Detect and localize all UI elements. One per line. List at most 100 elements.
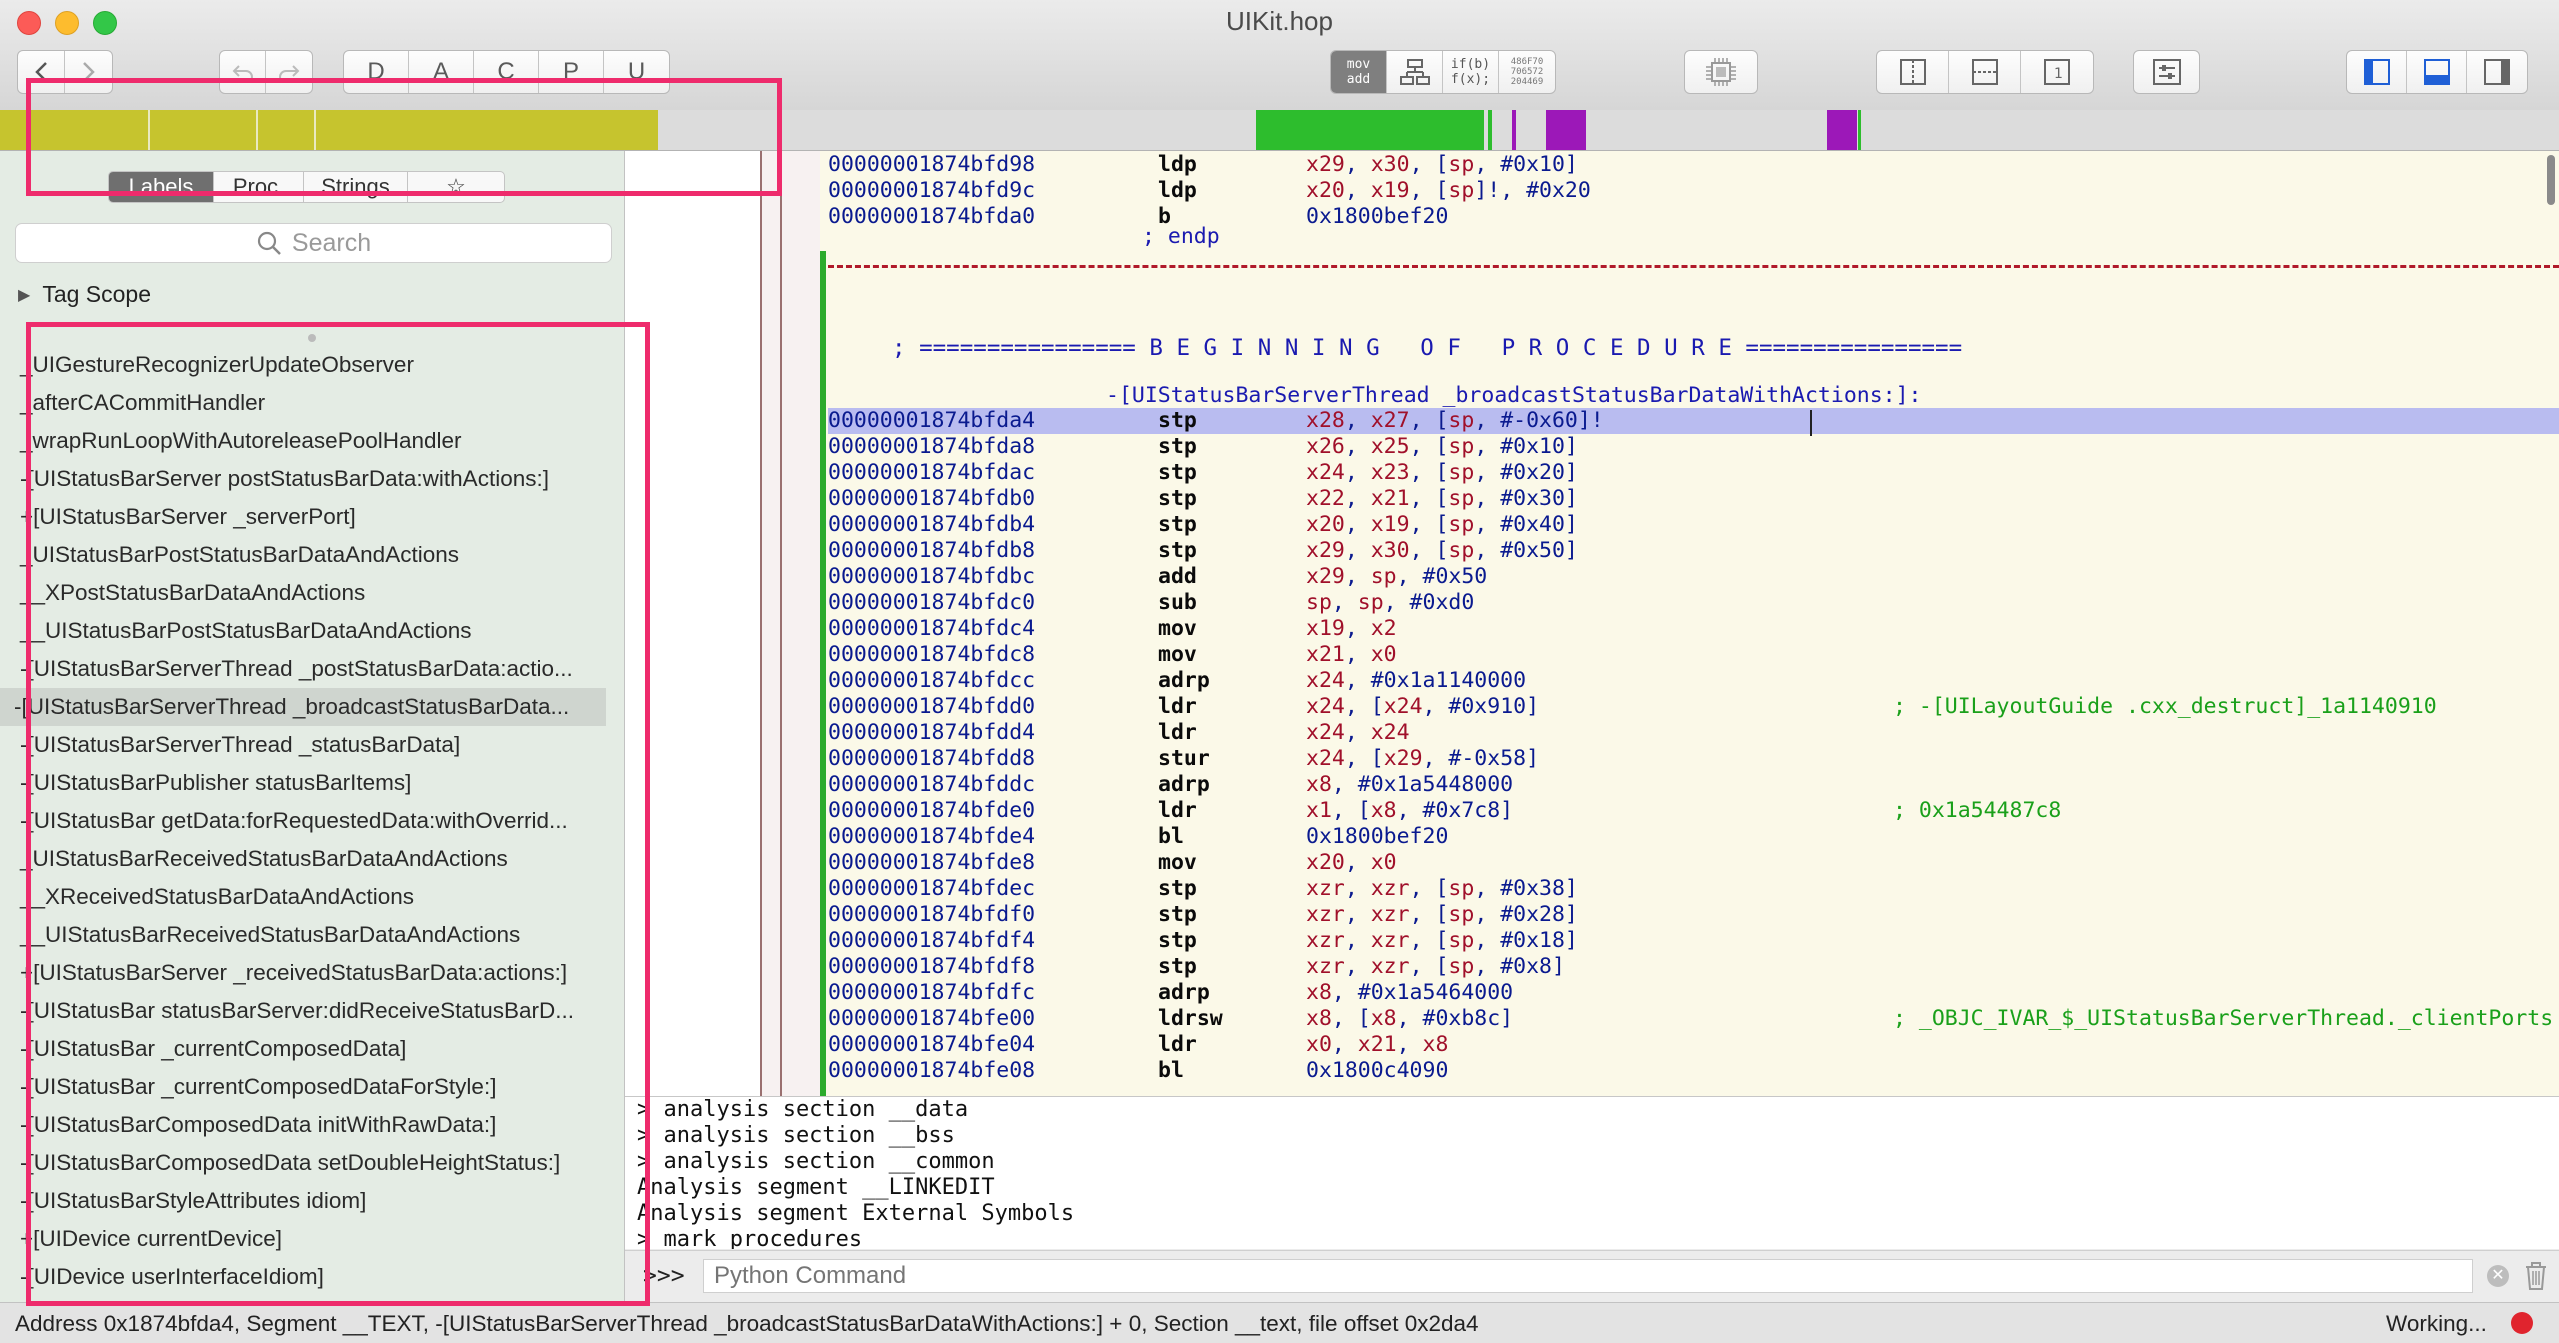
instruction-address: 00000001874bfdc8 bbox=[828, 642, 1036, 667]
procedure-name-label[interactable]: -[UIStatusBarServerThread _broadcastStat… bbox=[1106, 383, 1921, 408]
sliders-icon bbox=[2152, 59, 2181, 85]
instruction-mnemonic: mov bbox=[1158, 850, 1197, 875]
console-log: > analysis section __data > analysis sec… bbox=[625, 1096, 2559, 1249]
instruction-mnemonic: ldr bbox=[1158, 798, 1197, 823]
instruction-address: 00000001874bfd9c bbox=[828, 178, 1036, 203]
working-label: Working... bbox=[2386, 1311, 2487, 1336]
nav-segment-data[interactable] bbox=[1827, 110, 1857, 150]
vertical-scrollbar[interactable] bbox=[2547, 155, 2555, 205]
instruction-mnemonic: ldr bbox=[1158, 694, 1197, 719]
instruction-mnemonic: ldp bbox=[1158, 152, 1197, 177]
instruction-address: 00000001874bfde8 bbox=[828, 850, 1036, 875]
instruction-mnemonic: adrp bbox=[1158, 772, 1210, 797]
single-view-icon: 1 bbox=[2044, 59, 2070, 85]
instruction-address: 00000001874bfdd4 bbox=[828, 720, 1036, 745]
trash-icon[interactable] bbox=[2523, 1261, 2549, 1291]
text-cursor bbox=[1810, 410, 1812, 436]
instruction-address: 00000001874bfe00 bbox=[828, 1006, 1036, 1031]
status-bar: Address 0x1874bfda4, Segment __TEXT, -[U… bbox=[0, 1302, 2559, 1343]
procedure-separator bbox=[828, 265, 2559, 268]
split-horizontal-icon bbox=[1971, 59, 1998, 85]
instruction-address: 00000001874bfda4 bbox=[828, 408, 1036, 433]
procedure-banner: ; ================ B E G I N N I N G O F… bbox=[892, 335, 1963, 361]
toggle-left-panel-button[interactable] bbox=[2347, 51, 2407, 93]
console-line: > analysis section __common bbox=[637, 1149, 995, 1174]
instruction-operands: x8, [x8, #0xb8c] bbox=[1306, 1006, 1514, 1031]
instruction-mnemonic: stp bbox=[1158, 876, 1197, 901]
instruction-row[interactable]: 00000001874bfda4 stp x28, x27, [sp, #-0x60… bbox=[828, 408, 2559, 434]
console-line: > analysis section __bss bbox=[637, 1123, 955, 1148]
cfg-mode-button[interactable] bbox=[1387, 51, 1443, 93]
instruction-mnemonic: adrp bbox=[1158, 980, 1210, 1005]
instruction-address: 00000001874bfda0 bbox=[828, 204, 1036, 229]
instruction-mnemonic: ldr bbox=[1158, 720, 1197, 745]
nav-segment-mark bbox=[1512, 110, 1516, 150]
instruction-operands: x20, x19, [sp]!, #0x20 bbox=[1306, 178, 1591, 203]
clear-input-icon[interactable]: ✕ bbox=[2487, 1265, 2509, 1287]
console-line: > mark procedures bbox=[637, 1227, 863, 1249]
instruction-operands: x28, x27, [sp, #-0x60]! bbox=[1306, 408, 1604, 433]
split-vertical-button[interactable] bbox=[1877, 51, 1949, 93]
branch-line bbox=[760, 151, 762, 1096]
asm-mode-label-2: add bbox=[1346, 72, 1371, 87]
asm-mode-button[interactable]: mov add bbox=[1331, 51, 1387, 93]
instruction-address: 00000001874bfdd8 bbox=[828, 746, 1036, 771]
instruction-address: 00000001874bfdf8 bbox=[828, 954, 1036, 979]
view-mode-group: mov add if(b) f(x); 486F70 706572 204469 bbox=[1330, 50, 1556, 94]
search-input[interactable]: Search bbox=[15, 223, 612, 263]
instruction-operands: xzr, xzr, [sp, #0x18] bbox=[1306, 928, 1578, 953]
tag-scope-label: Tag Scope bbox=[42, 281, 152, 307]
python-command-input[interactable] bbox=[703, 1259, 2473, 1293]
nav-segment-procedures[interactable] bbox=[1256, 110, 1484, 150]
branch-arrows-gutter bbox=[760, 151, 820, 1096]
instruction-operands: x22, x21, [sp, #0x30] bbox=[1306, 486, 1578, 511]
instruction-mnemonic: mov bbox=[1158, 642, 1197, 667]
instruction-operands: xzr, xzr, [sp, #0x8] bbox=[1306, 954, 1565, 979]
hex-label-2: 706572 bbox=[1510, 67, 1544, 77]
split-horizontal-button[interactable] bbox=[1949, 51, 2021, 93]
instruction-address: 00000001874bfdac bbox=[828, 460, 1036, 485]
instruction-operands: xzr, xzr, [sp, #0x38] bbox=[1306, 876, 1578, 901]
toggle-bottom-panel-button[interactable] bbox=[2407, 51, 2467, 93]
instruction-operands: x21, x0 bbox=[1306, 642, 1397, 667]
instruction-address: 00000001874bfda8 bbox=[828, 434, 1036, 459]
branch-line bbox=[780, 151, 782, 1096]
document-settings-button[interactable] bbox=[2134, 51, 2199, 93]
single-view-button[interactable]: 1 bbox=[2021, 51, 2093, 93]
activity-indicator bbox=[2511, 1312, 2533, 1334]
cpu-chip-icon bbox=[1706, 58, 1736, 86]
instruction-address: 00000001874bfde4 bbox=[828, 824, 1036, 849]
console-line: Analysis segment __LINKEDIT bbox=[637, 1175, 995, 1200]
instruction-mnemonic: sub bbox=[1158, 590, 1197, 615]
search-placeholder: Search bbox=[291, 228, 372, 257]
instruction-address: 00000001874bfdfc bbox=[828, 980, 1036, 1005]
instruction-operands: x24, #0x1a1140000 bbox=[1306, 668, 1527, 693]
instruction-comment: ; _OBJC_IVAR_$_UIStatusBarServerThread._… bbox=[1893, 1006, 2554, 1031]
instruction-mnemonic: stp bbox=[1158, 954, 1197, 979]
disassembly-view[interactable]: 00000001874bfd98 ldp x29, x30, [sp, #0x10]… bbox=[820, 151, 2559, 1096]
console-line: Analysis segment External Symbols bbox=[637, 1201, 1075, 1226]
procedure-range-bar bbox=[820, 251, 826, 1096]
toggle-right-panel-button[interactable] bbox=[2467, 51, 2527, 93]
instruction-comment: ; 0x1a54487c8 bbox=[1893, 798, 2062, 823]
nav-segment-data[interactable] bbox=[1546, 110, 1586, 150]
instruction-operands: x20, x0 bbox=[1306, 850, 1397, 875]
instruction-operands: 0x1800c4090 bbox=[1306, 1058, 1449, 1083]
instruction-operands: 0x1800bef20 bbox=[1306, 824, 1449, 849]
tag-scope-disclosure[interactable]: ▶ Tag Scope bbox=[18, 281, 151, 308]
right-panel-icon bbox=[2484, 59, 2510, 85]
instruction-mnemonic: bl bbox=[1158, 1058, 1184, 1083]
pseudocode-mode-button[interactable]: if(b) f(x); bbox=[1443, 51, 1499, 93]
instruction-address: 00000001874bfde0 bbox=[828, 798, 1036, 823]
hex-mode-button[interactable]: 486F70 706572 204469 bbox=[1499, 51, 1555, 93]
settings-group bbox=[2133, 50, 2200, 94]
instruction-mnemonic: stp bbox=[1158, 902, 1197, 927]
debugger-button[interactable] bbox=[1685, 51, 1757, 93]
pseudo-label-2: f(x); bbox=[1450, 72, 1491, 87]
instruction-mnemonic: mov bbox=[1158, 616, 1197, 641]
instruction-operands: x24, x23, [sp, #0x20] bbox=[1306, 460, 1578, 485]
instruction-operands: x26, x25, [sp, #0x10] bbox=[1306, 434, 1578, 459]
pseudo-label-1: if(b) bbox=[1450, 57, 1491, 72]
instruction-operands: x24, x24 bbox=[1306, 720, 1410, 745]
instruction-address: 00000001874bfdcc bbox=[828, 668, 1036, 693]
